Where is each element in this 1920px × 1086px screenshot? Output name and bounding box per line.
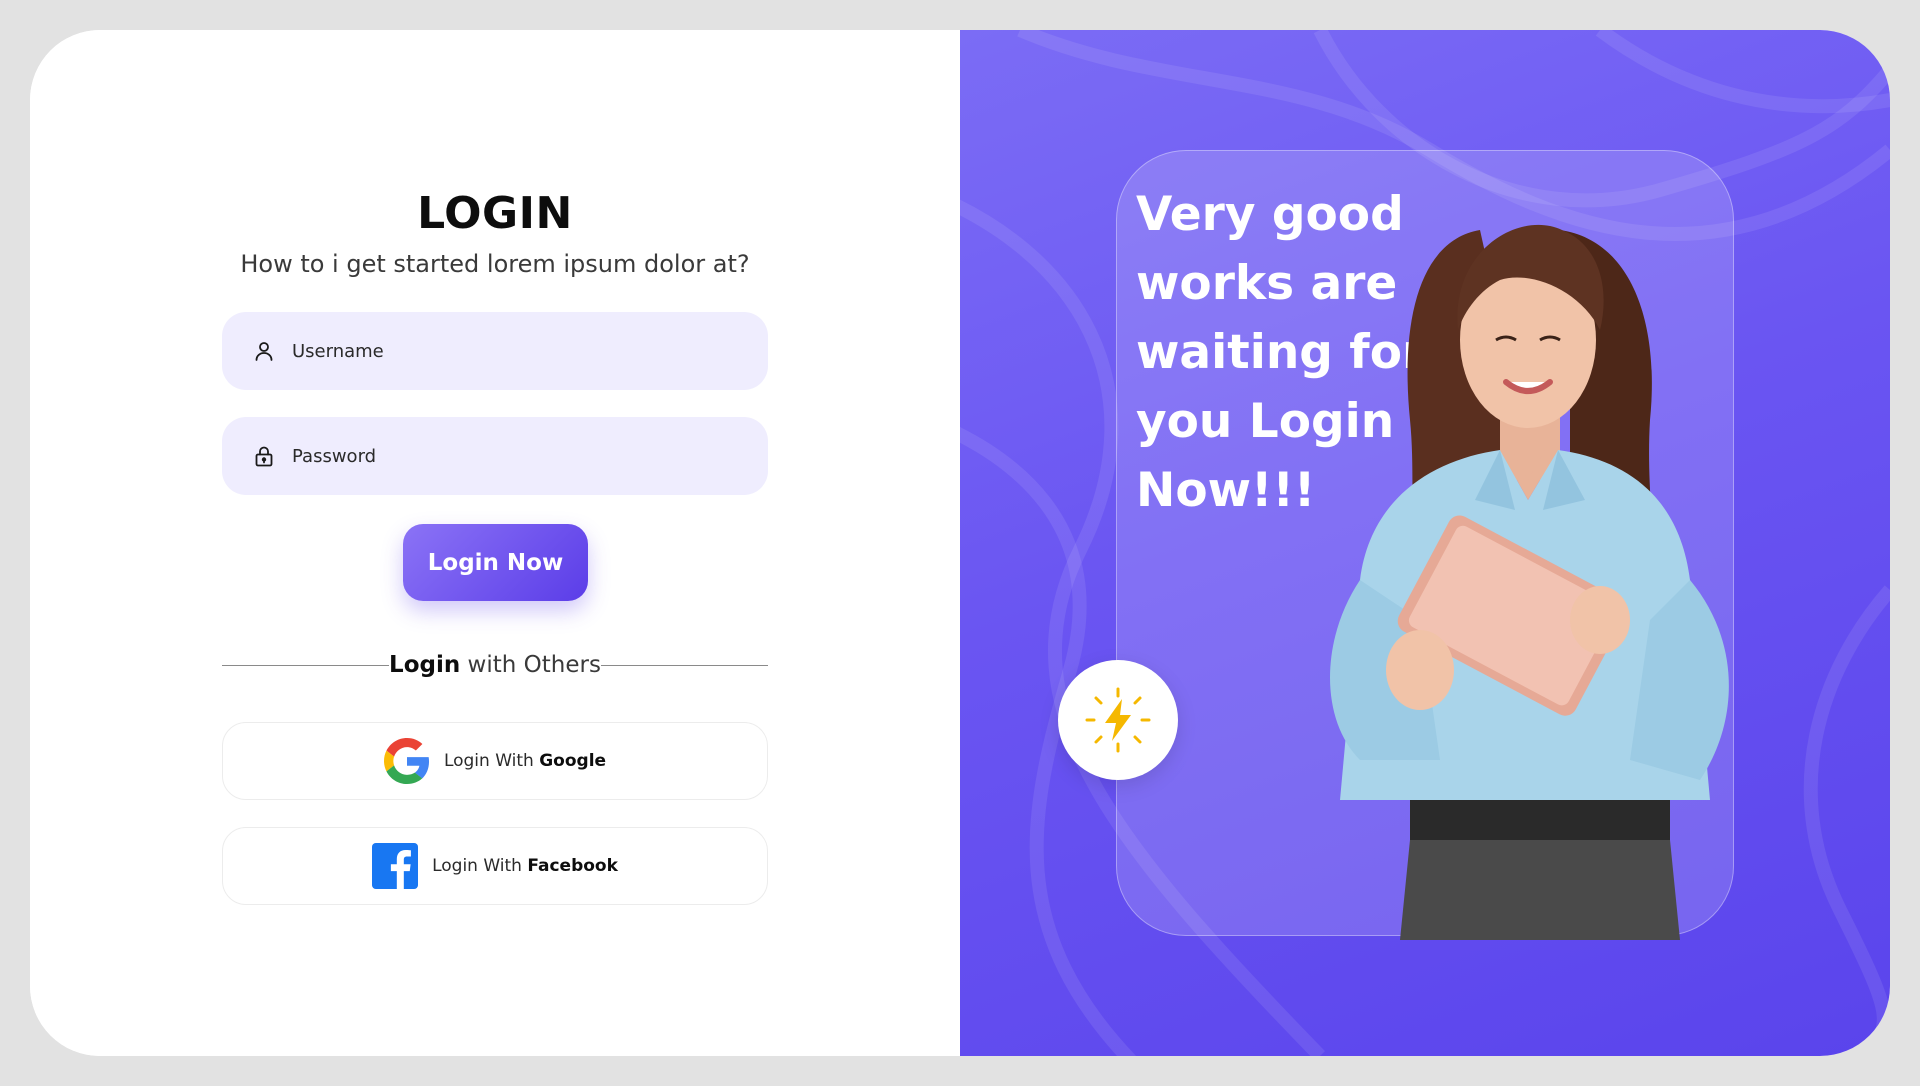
facebook-logo-icon [372, 843, 419, 889]
flash-badge [1058, 660, 1178, 780]
google-label-prefix: Login With [443, 751, 540, 771]
woman-with-tablet-illustration [1330, 224, 1729, 940]
page-title: LOGIN [417, 188, 573, 239]
divider-label: Login with Others [389, 652, 601, 678]
google-label-brand: Google [539, 751, 607, 771]
lightning-flash-icon [1085, 687, 1151, 753]
facebook-label-prefix: Login With [432, 856, 528, 876]
password-input[interactable] [292, 445, 732, 467]
google-button-label: Login With Google [444, 751, 606, 771]
login-with-google-button[interactable]: Login With Google [222, 722, 768, 800]
divider-label-rest: with Others [460, 652, 601, 678]
login-card: LOGIN How to i get started lorem ipsum d… [30, 30, 1890, 1056]
username-input[interactable] [292, 340, 732, 362]
login-with-facebook-button[interactable]: Login With Facebook [222, 827, 768, 905]
divider-line-left [222, 664, 390, 666]
divider-line-right [600, 664, 768, 666]
page-subtitle: How to i get started lorem ipsum dolor a… [240, 250, 750, 278]
login-now-button[interactable]: Login Now [403, 524, 588, 601]
lock-icon [255, 446, 273, 467]
password-field[interactable] [222, 417, 768, 495]
login-panel: LOGIN How to i get started lorem ipsum d… [30, 30, 960, 1056]
login-with-others-divider: Login with Others [222, 647, 768, 683]
google-logo-icon [383, 738, 429, 784]
user-icon [255, 342, 273, 361]
facebook-label-brand: Facebook [527, 856, 618, 876]
promo-panel: Very good works are waiting for you Logi… [960, 30, 1890, 1056]
divider-label-bold: Login [389, 652, 461, 678]
facebook-button-label: Login With Facebook [432, 856, 618, 876]
username-field[interactable] [222, 312, 768, 390]
